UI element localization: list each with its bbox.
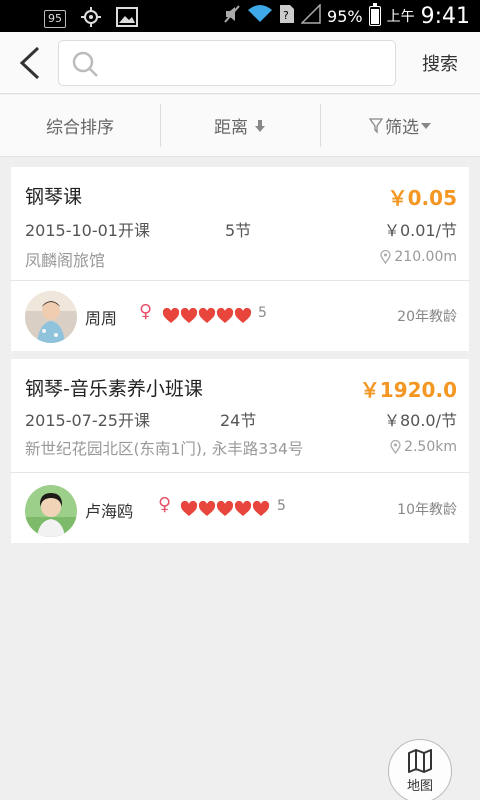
gallery-icon: [116, 7, 138, 31]
signal-icon: [300, 3, 321, 28]
teaching-years: 20年教龄: [397, 309, 457, 325]
course-title: 钢琴-音乐素养小班课: [25, 378, 203, 400]
course-distance-value: 210.00m: [394, 249, 457, 265]
back-arrow-icon: [19, 46, 40, 80]
course-venue: 新世纪花园北区(东南1门), 永丰路334号: [25, 440, 304, 458]
back-button[interactable]: [10, 42, 50, 84]
sort-distance-tab[interactable]: 距离: [160, 95, 320, 156]
teacher-name: 周周: [85, 309, 118, 328]
map-button[interactable]: 地图: [388, 739, 452, 800]
svg-text:?: ?: [283, 9, 289, 22]
search-box[interactable]: [58, 40, 396, 86]
search-icon: [72, 51, 98, 77]
teacher-name: 卢海鸥: [85, 502, 134, 521]
course-card[interactable]: 钢琴课 ￥0.05 2015-10-01开课 5节 ￥0.01/节 凤麟阁旅馆 …: [11, 167, 469, 351]
status-bar: 95 ? 95% 上午 9:41: [0, 0, 480, 32]
search-button[interactable]: 搜索: [422, 50, 458, 76]
heart-icon: [234, 308, 252, 323]
filter-bar: 综合排序 距离 筛选: [0, 95, 480, 157]
location-pin-icon: [390, 440, 401, 454]
rating-hearts: [162, 308, 252, 324]
notification-badge: 95: [44, 10, 66, 28]
location-pin-icon: [380, 250, 392, 264]
heart-icon: [216, 501, 234, 516]
course-price: ￥1920.0: [359, 378, 457, 402]
course-distance-value: 2.50km: [404, 439, 457, 455]
sort-comprehensive-label: 综合排序: [46, 118, 114, 138]
course-lessons: 5节: [225, 221, 252, 240]
course-info[interactable]: 钢琴-音乐素养小班课 ￥1920.0 2015-07-25开课 24节 ￥80.…: [11, 359, 469, 473]
course-distance: 2.50km: [390, 439, 457, 455]
arrow-down-icon: [254, 119, 266, 133]
battery-percent: 95%: [327, 6, 363, 26]
course-info[interactable]: 钢琴课 ￥0.05 2015-10-01开课 5节 ￥0.01/节 凤麟阁旅馆 …: [11, 167, 469, 281]
rating-count: 5: [258, 305, 267, 321]
map-button-label: 地图: [406, 778, 433, 794]
sort-comprehensive-tab[interactable]: 综合排序: [0, 95, 160, 156]
sim-icon: ?: [279, 4, 295, 28]
heart-icon: [180, 501, 198, 516]
heart-icon: [162, 308, 180, 323]
caret-down-icon: [421, 122, 431, 129]
clock-time: 9:41: [420, 3, 470, 29]
status-right-icons: ? 95% 上午 9:41: [223, 2, 470, 30]
clock-ampm: 上午: [386, 9, 415, 25]
course-lessons: 24节: [220, 411, 257, 430]
map-icon: [408, 748, 432, 773]
teaching-years: 10年教龄: [397, 502, 457, 518]
heart-icon: [216, 308, 234, 323]
status-left-icons: 95: [44, 6, 138, 32]
female-icon: ♀: [158, 494, 172, 515]
rating-hearts: [180, 501, 270, 517]
search-header: 搜索: [0, 32, 480, 94]
funnel-icon: [369, 117, 383, 134]
course-venue: 凤麟阁旅馆: [25, 251, 106, 270]
heart-icon: [198, 501, 216, 516]
mute-icon: [223, 4, 241, 28]
course-start-date: 2015-10-01开课: [25, 221, 150, 240]
teacher-row[interactable]: 卢海鸥 ♀ 5 10年教龄: [11, 473, 469, 543]
teacher-row[interactable]: 周周 ♀ 5 20年教龄: [11, 281, 469, 351]
gps-icon: [80, 6, 102, 32]
filter-label: 筛选: [385, 118, 419, 138]
heart-icon: [198, 308, 216, 323]
heart-icon: [234, 501, 252, 516]
teacher-avatar[interactable]: [25, 485, 77, 537]
search-input[interactable]: [107, 47, 387, 81]
rating-count: 5: [277, 498, 286, 514]
course-distance: 210.00m: [380, 249, 457, 265]
course-unit-price: ￥0.01/节: [383, 221, 457, 240]
course-card[interactable]: 钢琴-音乐素养小班课 ￥1920.0 2015-07-25开课 24节 ￥80.…: [11, 359, 469, 543]
female-icon: ♀: [139, 301, 153, 322]
filter-tab[interactable]: 筛选: [320, 95, 480, 156]
course-title: 钢琴课: [25, 186, 83, 208]
heart-icon: [180, 308, 198, 323]
sort-distance-label: 距离: [214, 118, 248, 138]
course-price: ￥0.05: [387, 186, 457, 210]
wifi-icon: [247, 4, 273, 28]
teacher-avatar[interactable]: [25, 291, 77, 343]
course-start-date: 2015-07-25开课: [25, 411, 150, 430]
heart-icon: [252, 501, 270, 516]
battery-icon: [368, 3, 381, 26]
course-unit-price: ￥80.0/节: [383, 411, 457, 430]
